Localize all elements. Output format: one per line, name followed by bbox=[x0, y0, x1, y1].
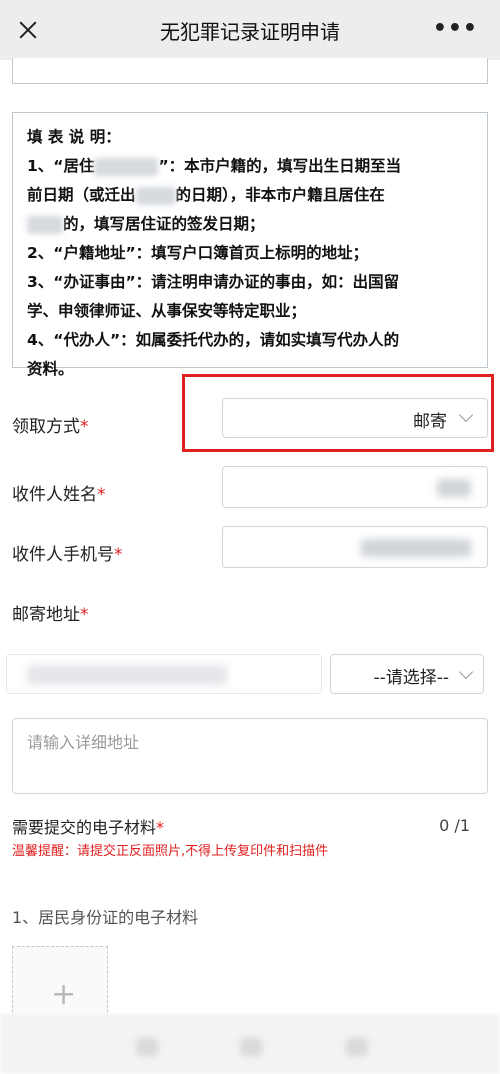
id-card-section-title: 1、居民身份证的电子材料 bbox=[12, 908, 199, 927]
recipient-phone-label: 收件人手机号* bbox=[12, 545, 123, 565]
mail-address-label: 邮寄地址* bbox=[12, 605, 89, 625]
toolbar-icon[interactable] bbox=[240, 1038, 262, 1056]
recipient-name-input[interactable] bbox=[222, 466, 488, 508]
pickup-method-label: 领取方式* bbox=[12, 417, 89, 437]
upload-tip: 温馨提醒：请提交正反面照片,不得上传复印件和扫描件 bbox=[12, 844, 329, 859]
toolbar-icon[interactable] bbox=[136, 1038, 158, 1056]
recipient-name-label: 收件人姓名* bbox=[12, 485, 106, 505]
instructions-line: 4、“代办人”：如属委托代办的，请如实填写代办人的 bbox=[27, 331, 400, 349]
redacted-text bbox=[94, 157, 159, 176]
navbar: 无犯罪记录证明申请 ••• bbox=[0, 0, 500, 60]
redacted-value bbox=[361, 539, 471, 557]
redacted-text bbox=[135, 186, 176, 205]
instructions-line: 2、“户籍地址”：填写户口簿首页上标明的地址； bbox=[27, 244, 369, 262]
recipient-phone-input[interactable] bbox=[222, 526, 488, 568]
highlight-box bbox=[182, 374, 494, 452]
close-icon[interactable] bbox=[14, 16, 42, 44]
chevron-down-icon bbox=[458, 664, 474, 680]
form-instructions: 填 表 说 明： 1、“居住 ”：本市户籍的，填写出生日期至当 前日期（或迁出 的日… bbox=[12, 112, 488, 378]
page-title: 无犯罪记录证明申请 bbox=[160, 19, 340, 44]
instructions-line: 学、申领律师证、从事保安等特定职业； bbox=[27, 302, 307, 320]
more-options-icon[interactable]: ••• bbox=[433, 18, 478, 40]
redacted-value bbox=[437, 479, 471, 497]
instructions-line: 的，填写居住证的签发日期； bbox=[27, 210, 473, 239]
toolbar-icon[interactable] bbox=[346, 1038, 368, 1056]
bottom-toolbar bbox=[0, 1014, 500, 1074]
upload-counter: 0 /1 bbox=[439, 816, 470, 835]
instructions-line: 3、“办证事由”：请注明申请办证的事由，如：出国留 bbox=[27, 273, 400, 291]
instructions-line: 前日期（或迁出 的日期），非本市户籍且居住在 bbox=[27, 186, 385, 205]
redacted-text bbox=[27, 215, 63, 234]
redacted-value bbox=[27, 665, 227, 685]
region-select-province[interactable] bbox=[6, 654, 322, 694]
instructions-line: 1、“居住 ”：本市户籍的，填写出生日期至当 bbox=[27, 157, 402, 176]
instructions-heading: 填 表 说 明： bbox=[27, 128, 121, 146]
materials-label: 需要提交的电子材料* bbox=[12, 818, 165, 837]
previous-field-card bbox=[12, 58, 488, 84]
detail-address-textarea[interactable]: 请输入详细地址 bbox=[12, 718, 488, 794]
region-select-district[interactable]: --请选择-- bbox=[330, 654, 484, 694]
plus-icon: + bbox=[51, 977, 77, 1012]
